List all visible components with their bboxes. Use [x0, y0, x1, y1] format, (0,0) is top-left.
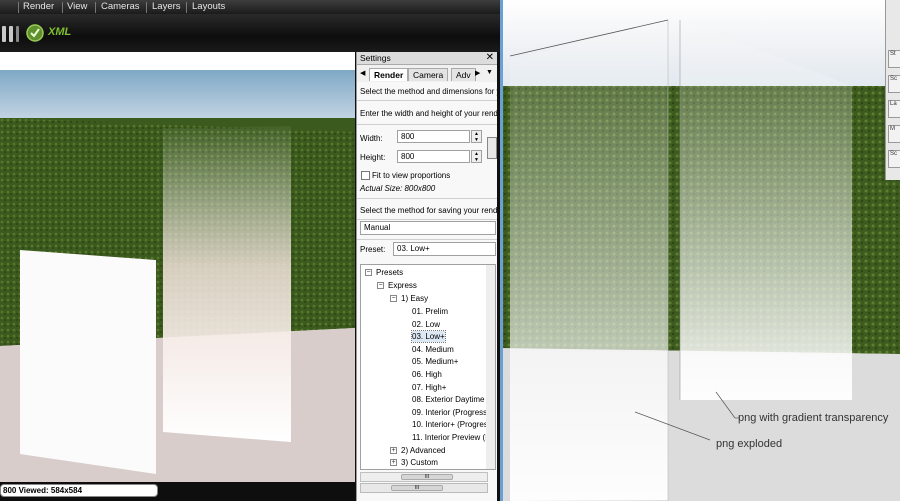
collapse-icon[interactable]: − [365, 269, 372, 276]
tree-easy[interactable]: 1) Easy [401, 293, 428, 304]
toolbar: XML [0, 14, 500, 52]
preset-select[interactable]: 03. Low+ [393, 242, 496, 256]
scroll-thumb[interactable]: III [401, 474, 453, 480]
menu-separator [18, 2, 19, 13]
annotation-png-exploded: png exploded [716, 438, 783, 450]
link-dimensions-button[interactable] [487, 137, 497, 159]
tree-preset-item[interactable]: 03. Low+ [411, 330, 446, 344]
window-border [500, 0, 503, 501]
refresh-icon[interactable] [25, 23, 45, 43]
render-scene [0, 118, 355, 482]
menu-separator [62, 2, 63, 13]
method-instruction: Select the method and dimensions for yo [360, 87, 497, 96]
tree-advanced[interactable]: 2) Advanced [401, 445, 445, 456]
saving-instruction: Select the method for saving your rende [360, 206, 497, 215]
height-input[interactable]: 800 [397, 150, 470, 163]
expand-icon[interactable]: + [390, 447, 397, 454]
height-stepper[interactable]: ▲ ▼ [471, 150, 482, 163]
tree-preset-item[interactable]: 07. High+ [412, 382, 446, 393]
close-icon[interactable]: ✕ [486, 52, 494, 64]
preset-tree: − Presets − Express − 1) Easy 01. Prelim… [360, 264, 496, 470]
tab-render[interactable]: Render [369, 68, 409, 81]
tab-scroll-right-icon[interactable]: ▶ [475, 69, 480, 77]
divider [357, 219, 497, 220]
render-viewport [0, 52, 355, 482]
tab-advanced[interactable]: Adv [451, 68, 476, 81]
tool-button-layers[interactable]: La [888, 100, 900, 118]
model-scene [500, 19, 900, 501]
tree-preset-item[interactable]: 01. Prelim [412, 306, 448, 317]
menu-layouts[interactable]: Layouts [192, 1, 225, 12]
tab-camera[interactable]: Camera [408, 68, 449, 81]
fit-proportions-label: Fit to view proportions [372, 171, 451, 180]
tool-button-materials[interactable]: M [888, 125, 900, 143]
modeling-viewport: png with gradient transparency png explo… [500, 0, 900, 501]
tree-preset-item[interactable]: 11. Interior Preview (P [412, 432, 491, 443]
menu-layers[interactable]: Layers [152, 1, 181, 12]
settings-tabs: ◀ Render Camera Adv ▶ ▼ [357, 67, 497, 81]
collapse-icon[interactable]: − [390, 295, 397, 302]
width-label: Width: [360, 134, 383, 143]
dimension-instruction: Enter the width and height of your rende [360, 109, 497, 118]
width-stepper[interactable]: ▲ ▼ [471, 130, 482, 143]
height-label: Height: [360, 153, 386, 162]
tree-preset-item[interactable]: 04. Medium [412, 344, 454, 355]
panel-bottom-scrollbar[interactable]: III [360, 483, 488, 493]
collapse-icon[interactable]: − [377, 282, 384, 289]
tool-button-scenes[interactable]: Sc [888, 75, 900, 93]
divider [357, 100, 497, 101]
saving-method-select[interactable]: Manual [360, 221, 496, 235]
tree-preset-item[interactable]: 10. Interior+ (Progres [412, 419, 488, 430]
width-input[interactable]: 800 [397, 130, 470, 143]
tool-button-styles[interactable]: St [888, 50, 900, 68]
menu-separator [186, 2, 187, 13]
menu-render[interactable]: Render [23, 1, 54, 12]
divider [357, 198, 497, 199]
tree-vertical-scrollbar[interactable] [486, 265, 495, 469]
expand-icon[interactable]: + [390, 459, 397, 466]
tree-preset-item[interactable]: 08. Exterior Daytime ( [412, 394, 489, 405]
divider [357, 124, 497, 125]
tree-custom[interactable]: 3) Custom [401, 457, 438, 468]
annotation-gradient-transparency: png with gradient transparency [738, 412, 889, 424]
tool-bars-icon[interactable] [0, 24, 22, 44]
screen: Render View Cameras Layers Layouts XML 8… [0, 0, 900, 501]
menu-separator [146, 2, 147, 13]
tree-preset-item[interactable]: 05. Medium+ [412, 356, 458, 367]
settings-title: Settings [357, 52, 497, 65]
menu-cameras[interactable]: Cameras [101, 1, 140, 12]
tool-button-scale[interactable]: Sc [888, 150, 900, 168]
tab-menu-icon[interactable]: ▼ [486, 69, 493, 76]
tree-horizontal-scrollbar[interactable]: III [360, 472, 488, 482]
tree-preset-item[interactable]: 06. High [412, 369, 442, 380]
tree-presets[interactable]: Presets [376, 267, 403, 278]
menubar: Render View Cameras Layers Layouts [0, 0, 500, 14]
preset-label: Preset: [360, 245, 386, 254]
actual-size: Actual Size: 800x800 [360, 184, 436, 193]
tree-preset-item[interactable]: 09. Interior (Progressi [412, 407, 489, 418]
side-tool-strip: St Sc La M Sc [885, 0, 900, 180]
menu-separator [95, 2, 96, 13]
divider [357, 239, 497, 240]
tree-express[interactable]: Express [388, 280, 417, 291]
tree-preset-item[interactable]: 02. Low [412, 319, 440, 330]
menu-view[interactable]: View [67, 1, 87, 12]
scroll-thumb[interactable]: III [391, 485, 443, 491]
xml-icon[interactable]: XML [48, 26, 71, 38]
tab-scroll-left-icon[interactable]: ◀ [360, 69, 365, 77]
settings-panel: Settings ✕ ◀ Render Camera Adv ▶ ▼ Selec… [356, 52, 497, 501]
fit-proportions-checkbox[interactable] [361, 171, 370, 180]
status-text: 800 Viewed: 584x584 [0, 484, 158, 497]
